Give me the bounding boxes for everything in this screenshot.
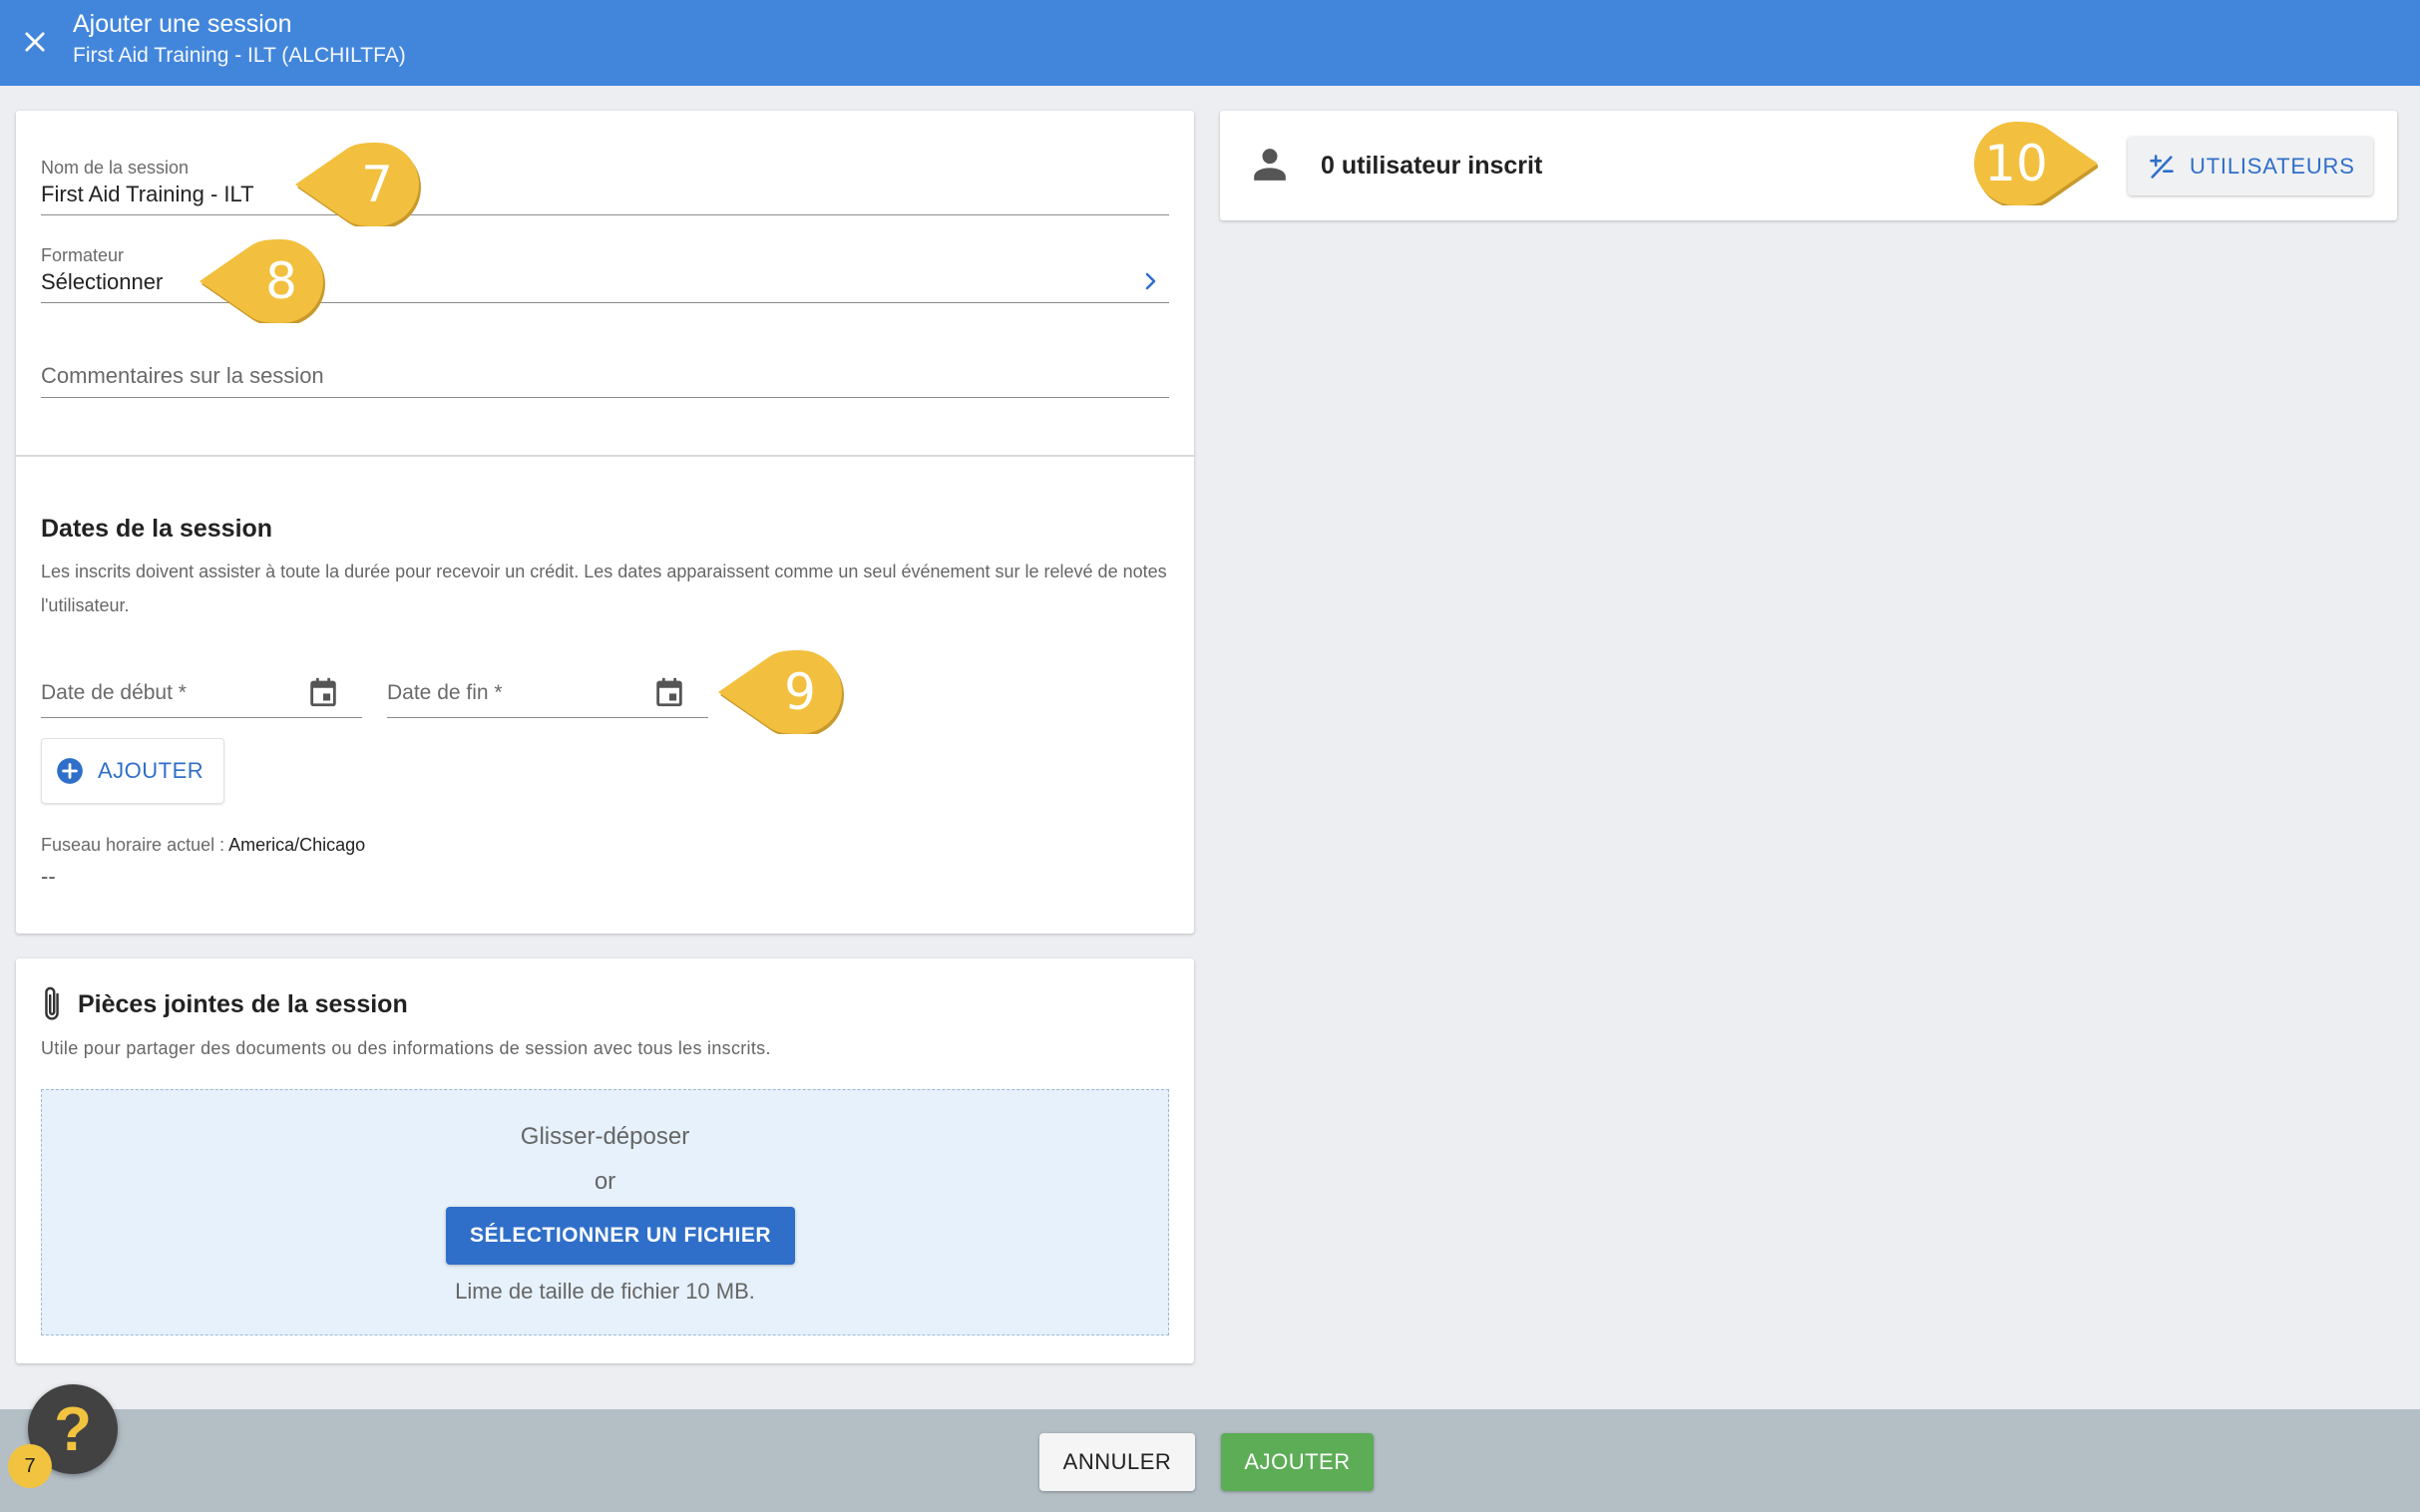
attachments-description: Utile pour partager des documents ou des… [41, 1038, 771, 1058]
timezone-value: America/Chicago [228, 835, 366, 855]
session-name-value[interactable]: First Aid Training - ILT [41, 182, 254, 207]
callout-number: 8 [265, 252, 297, 310]
session-dates-title: Dates de la session [41, 515, 273, 543]
start-date-field[interactable]: Date de début * [41, 666, 362, 718]
dropzone-title: Glisser-déposer [520, 1123, 690, 1150]
help-badge: 7 [8, 1444, 52, 1488]
dialog-footer: ANNULER AJOUTER [0, 1409, 2420, 1512]
paperclip-icon [45, 986, 59, 1020]
trainer-value[interactable]: Sélectionner [41, 269, 163, 295]
close-icon [25, 32, 45, 52]
calendar-icon[interactable] [306, 674, 340, 710]
add-date-button[interactable]: AJOUTER [41, 738, 224, 804]
session-dates-description: Les inscrits doivent assister à toute la… [41, 562, 1167, 615]
end-date-field[interactable]: Date de fin * [387, 666, 708, 718]
end-date-label: Date de fin * [387, 681, 503, 704]
calendar-icon[interactable] [652, 674, 686, 710]
trainer-label: Formateur [41, 245, 125, 265]
step-callout-10: 10 [1970, 122, 2098, 205]
enrolled-users-card: 0 utilisateur inscrit UTILISATEURS [1220, 111, 2397, 220]
add-circle-icon [57, 758, 83, 784]
chevron-right-icon[interactable] [1141, 269, 1161, 293]
session-comments-field[interactable]: Commentaires sur la session [41, 330, 1169, 398]
enrolled-users-count: 0 utilisateur inscrit [1321, 152, 1543, 180]
timezone-info: Fuseau horaire actuel : America/Chicago [41, 835, 365, 856]
step-callout-9: 9 [718, 650, 846, 734]
section-divider [16, 455, 1194, 457]
step-callout-8: 8 [200, 239, 327, 323]
dialog-title: Ajouter une session [73, 10, 292, 38]
step-callout-7: 7 [295, 143, 423, 226]
cancel-button[interactable]: ANNULER [1039, 1433, 1195, 1491]
add-users-button[interactable]: UTILISATEURS [2128, 137, 2373, 195]
session-details-card: Nom de la session First Aid Training - I… [16, 111, 1194, 934]
timezone-label: Fuseau horaire actuel : [41, 835, 225, 855]
add-date-label: AJOUTER [98, 758, 204, 783]
session-comments-placeholder: Commentaires sur la session [41, 363, 324, 388]
file-dropzone[interactable]: Glisser-déposer or SÉLECTIONNER UN FICHI… [41, 1089, 1169, 1335]
question-mark-icon: ? [54, 1394, 92, 1464]
file-size-limit: Lime de taille de fichier 10 MB. [455, 1279, 755, 1304]
submit-add-button[interactable]: AJOUTER [1221, 1433, 1374, 1491]
dialog-header: Ajouter une session First Aid Training -… [0, 0, 2420, 86]
attachments-card: Pièces jointes de la session Utile pour … [16, 958, 1194, 1363]
callout-number: 9 [784, 663, 816, 721]
session-name-field[interactable]: Nom de la session First Aid Training - I… [41, 146, 1169, 215]
add-users-label: UTILISATEURS [2190, 153, 2355, 179]
attachments-title: Pièces jointes de la session [78, 990, 408, 1018]
select-file-button[interactable]: SÉLECTIONNER UN FICHIER [446, 1207, 795, 1265]
dropzone-or: or [594, 1168, 616, 1195]
callout-number: 7 [361, 156, 393, 213]
plus-minus-icon [2150, 154, 2174, 179]
dialog-subtitle: First Aid Training - ILT (ALCHILTFA) [73, 44, 406, 67]
close-button[interactable] [14, 21, 56, 63]
callout-number: 10 [1984, 135, 2048, 192]
session-name-label: Nom de la session [41, 158, 190, 178]
start-date-label: Date de début * [41, 681, 187, 704]
person-icon [1254, 149, 1286, 181]
timezone-placeholder: -- [41, 864, 56, 889]
